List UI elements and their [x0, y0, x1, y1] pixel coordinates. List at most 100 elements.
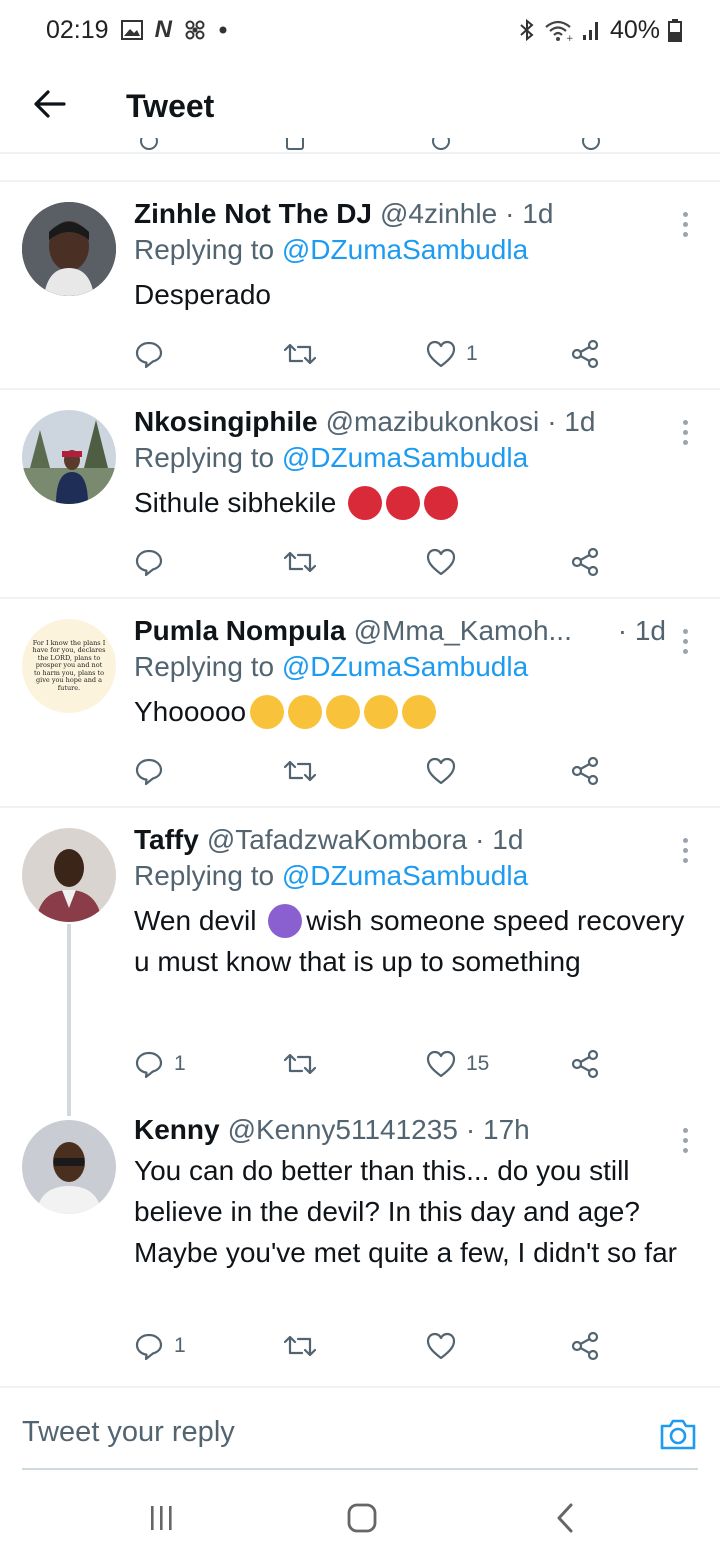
- reply-icon: [135, 549, 163, 577]
- more-options-button[interactable]: [670, 621, 700, 661]
- share-button[interactable]: [570, 1049, 600, 1079]
- tweet-text: Yhooooo: [134, 691, 700, 732]
- tweet-text-content: Yhooooo: [134, 696, 247, 727]
- reply-input[interactable]: Tweet your reply: [22, 1416, 235, 1449]
- retweet-button[interactable]: [284, 1331, 326, 1361]
- user-handle[interactable]: @TafadzwaKombora: [207, 824, 467, 856]
- user-handle[interactable]: @4zinhle: [380, 198, 497, 230]
- retweet-button[interactable]: [284, 547, 326, 577]
- tweet-time: · 17h: [465, 1114, 530, 1145]
- replying-to: Replying to @DZumaSambudla: [134, 442, 700, 474]
- heart-icon: [426, 340, 456, 368]
- home-button[interactable]: [344, 1498, 380, 1538]
- retweet-button[interactable]: [284, 339, 326, 369]
- angry-face-emoji-icon: [424, 485, 459, 520]
- like-button[interactable]: [426, 757, 466, 785]
- angry-face-emoji-icon: [386, 485, 421, 520]
- status-time: 02:19: [46, 15, 109, 44]
- user-handle[interactable]: @Kenny51141235: [228, 1114, 458, 1146]
- tweet-text: You can do better than this... do you st…: [134, 1155, 677, 1268]
- replying-prefix: Replying to: [134, 860, 282, 891]
- dot-icon: [218, 25, 228, 35]
- recent-apps-button[interactable]: [146, 1498, 176, 1538]
- retweet-icon: [284, 551, 316, 573]
- user-handle[interactable]: @mazibukonkosi: [326, 406, 540, 438]
- system-navigation-bar: [0, 1478, 720, 1560]
- home-icon: [347, 1503, 377, 1533]
- reply-tweet[interactable]: For I know the plans I have for you, dec…: [0, 599, 720, 805]
- like-button[interactable]: [426, 548, 466, 576]
- tweet-actions: 1: [134, 334, 604, 374]
- reply-button[interactable]: [134, 756, 174, 786]
- tweet-text-before: Wen devil: [134, 905, 265, 936]
- more-options-button[interactable]: [670, 830, 700, 870]
- page-title: Tweet: [126, 87, 215, 124]
- avatar[interactable]: [22, 410, 116, 504]
- display-name[interactable]: Kenny: [134, 1114, 220, 1146]
- svg-text:+: +: [566, 34, 574, 42]
- mention-link[interactable]: @DZumaSambudla: [282, 234, 528, 265]
- reply-tweet[interactable]: Taffy @TafadzwaKombora · 1d Replying to …: [0, 808, 720, 1098]
- retweet-button[interactable]: [284, 1049, 326, 1079]
- share-button[interactable]: [570, 339, 600, 369]
- battery-percent: 40%: [609, 15, 660, 44]
- reply-button[interactable]: 1: [134, 1049, 186, 1079]
- reply-button[interactable]: 1: [134, 1331, 186, 1361]
- share-button[interactable]: [570, 1331, 600, 1361]
- reply-tweet[interactable]: Zinhle Not The DJ @4zinhle · 1d Replying…: [0, 182, 720, 388]
- user-handle[interactable]: @Mma_Kamoh...: [354, 615, 572, 647]
- fan-icon: [184, 19, 206, 41]
- tweet-author-line: Pumla Nompula @Mma_Kamoh... · 1d: [134, 615, 700, 647]
- share-icon: [571, 1331, 599, 1361]
- retweet-icon: [284, 760, 316, 782]
- share-icon: [571, 756, 599, 786]
- status-bar: 02:19 N + 40%: [0, 0, 720, 60]
- avatar[interactable]: [22, 828, 116, 922]
- avatar-quote-text: For I know the plans I have for you, dec…: [32, 638, 106, 692]
- like-button[interactable]: 15: [426, 1050, 489, 1078]
- replying-prefix: Replying to: [134, 651, 282, 682]
- mention-link[interactable]: @DZumaSambudla: [282, 860, 528, 891]
- upside-down-face-emoji-icon: [364, 694, 399, 729]
- replying-prefix: Replying to: [134, 234, 282, 265]
- tweet-text: Wen devil wish someone speed recovery u …: [134, 900, 700, 982]
- display-name[interactable]: Taffy: [134, 824, 199, 856]
- tweet-actions: [134, 751, 604, 791]
- chevron-left-icon: [557, 1503, 573, 1533]
- like-button[interactable]: 1: [426, 340, 478, 368]
- header-divider: [0, 152, 720, 154]
- upside-down-face-emoji-icon: [402, 694, 437, 729]
- retweet-button[interactable]: [284, 756, 326, 786]
- reply-button[interactable]: [134, 339, 174, 369]
- display-name[interactable]: Nkosingiphile: [134, 406, 318, 438]
- more-options-button[interactable]: [670, 412, 700, 452]
- angry-face-emoji-icon: [348, 485, 383, 520]
- heart-icon: [426, 757, 456, 785]
- more-options-button[interactable]: [670, 1120, 700, 1160]
- avatar[interactable]: [22, 202, 116, 296]
- tweet-author-line: Nkosingiphile @mazibukonkosi · 1d: [134, 406, 700, 438]
- display-name[interactable]: Zinhle Not The DJ: [134, 198, 372, 230]
- share-icon: [571, 339, 599, 369]
- mention-link[interactable]: @DZumaSambudla: [282, 442, 528, 473]
- avatar[interactable]: For I know the plans I have for you, dec…: [22, 619, 116, 713]
- like-button[interactable]: [426, 1332, 466, 1360]
- share-button[interactable]: [570, 547, 600, 577]
- reply-tweet[interactable]: Kenny @Kenny51141235 · 17h You can do be…: [0, 1098, 720, 1384]
- system-back-button[interactable]: [550, 1498, 580, 1538]
- previous-tweet-actions-clipped: [0, 138, 720, 164]
- reply-tweet[interactable]: Nkosingiphile @mazibukonkosi · 1d Replyi…: [0, 390, 720, 596]
- like-count: 1: [466, 342, 478, 365]
- avatar[interactable]: [22, 1120, 116, 1214]
- mention-link[interactable]: @DZumaSambudla: [282, 651, 528, 682]
- reply-button[interactable]: [134, 547, 174, 577]
- reply-icon: [135, 1333, 163, 1361]
- like-count: 15: [466, 1052, 490, 1075]
- smiling-imp-emoji-icon: [268, 903, 303, 938]
- camera-button[interactable]: [658, 1414, 698, 1454]
- camera-icon: [660, 1419, 696, 1450]
- wifi-icon: +: [544, 18, 574, 42]
- more-options-button[interactable]: [670, 204, 700, 244]
- share-button[interactable]: [570, 756, 600, 786]
- display-name[interactable]: Pumla Nompula: [134, 615, 346, 647]
